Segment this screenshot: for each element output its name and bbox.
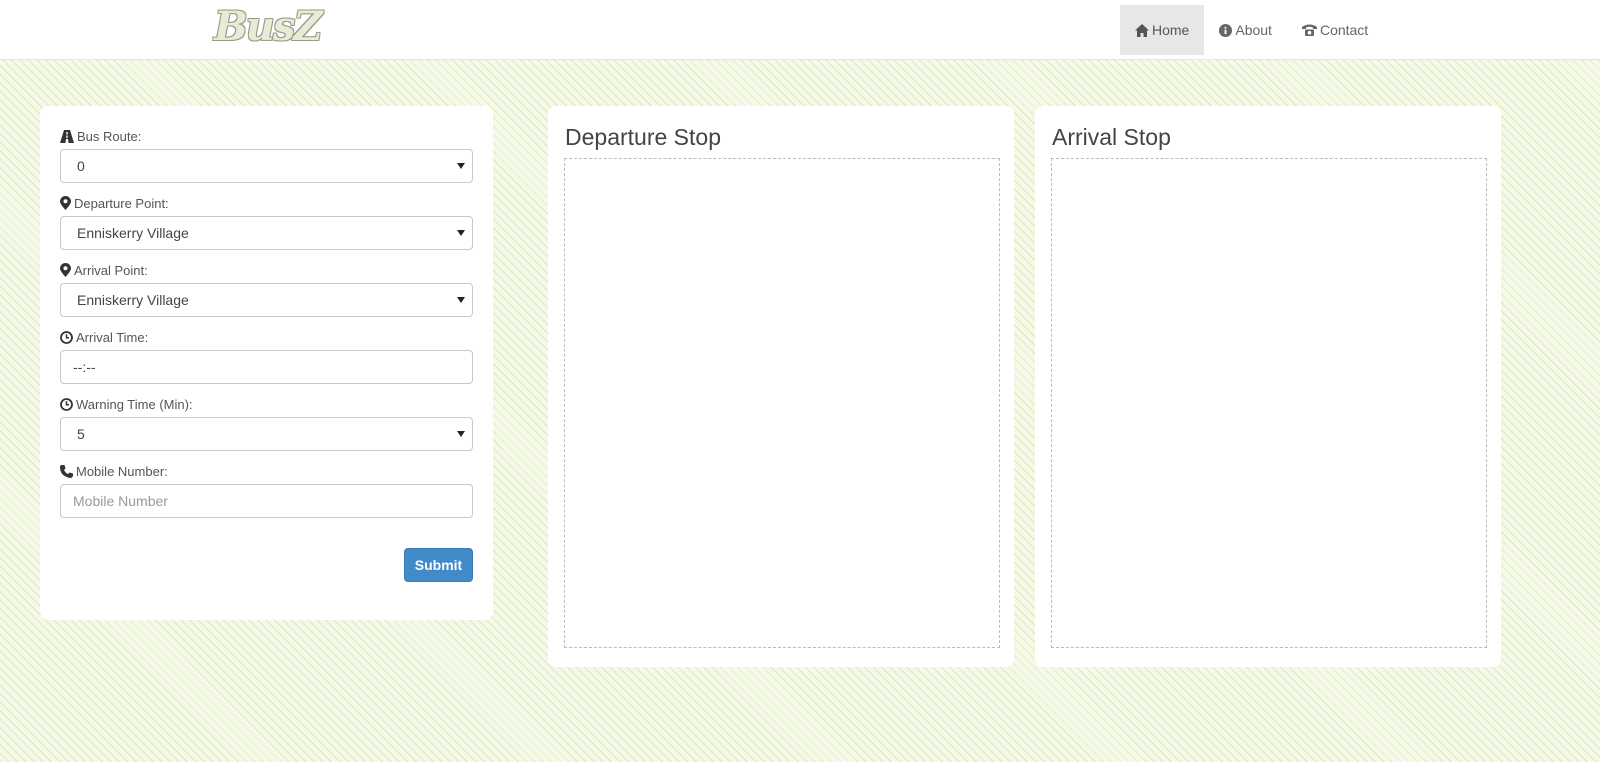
departure-point-label-text: Departure Point: (74, 195, 169, 211)
nav-item-about[interactable]: About (1204, 5, 1287, 55)
arrival-stop-map[interactable] (1051, 158, 1487, 648)
chevron-down-icon (457, 431, 465, 437)
bus-route-label: Bus Route: (60, 126, 473, 146)
nav-item-label: Contact (1319, 22, 1369, 38)
nav-item-label: Home (1152, 22, 1190, 38)
departure-stop-map[interactable] (564, 158, 1000, 648)
chevron-down-icon (457, 163, 465, 169)
arrival-time-value: --:-- (73, 359, 96, 375)
arrival-point-value: Enniskerry Village (77, 292, 189, 308)
home-icon (1135, 23, 1149, 37)
chevron-down-icon (457, 230, 465, 236)
mobile-number-input[interactable]: Mobile Number (60, 484, 473, 518)
departure-point-value: Enniskerry Village (77, 225, 189, 241)
mobile-number-placeholder: Mobile Number (73, 493, 168, 509)
arrival-time-label: Arrival Time: (60, 327, 473, 347)
submit-row: Submit (60, 548, 473, 582)
arrival-point-label: Arrival Point: (60, 260, 473, 280)
arrival-time-label-text: Arrival Time: (76, 329, 149, 345)
map-marker-icon (60, 263, 71, 277)
nav-item-contact[interactable]: Contact (1287, 5, 1383, 55)
main-nav: Home About Contact (1120, 5, 1383, 55)
mobile-number-label: Mobile Number: (60, 461, 473, 481)
info-icon (1219, 23, 1233, 37)
bus-route-value: 0 (77, 158, 85, 174)
departure-point-select[interactable]: Enniskerry Village (60, 216, 473, 250)
arrival-point-select[interactable]: Enniskerry Village (60, 283, 473, 317)
warning-time-select[interactable]: 5 (60, 417, 473, 451)
nav-item-label: About (1235, 22, 1272, 38)
phone-icon (1301, 24, 1317, 36)
clock-icon (60, 330, 73, 344)
submit-button[interactable]: Submit (404, 548, 473, 582)
top-navbar: BusZ Home About Contact (0, 0, 1600, 60)
road-icon (60, 129, 74, 143)
departure-point-label: Departure Point: (60, 193, 473, 213)
phone-icon (60, 464, 73, 478)
arrival-stop-panel: Arrival Stop (1035, 106, 1501, 667)
map-marker-icon (60, 196, 71, 210)
warning-time-value: 5 (77, 426, 85, 442)
departure-stop-title: Departure Stop (565, 124, 721, 150)
clock-icon (60, 397, 73, 411)
arrival-point-label-text: Arrival Point: (74, 262, 148, 278)
departure-stop-panel: Departure Stop (548, 106, 1014, 667)
route-form-panel: Bus Route: 0 Departure Point: Enniskerry… (40, 106, 493, 620)
arrival-time-input[interactable]: --:-- (60, 350, 473, 384)
mobile-number-label-text: Mobile Number: (76, 463, 168, 479)
bus-route-label-text: Bus Route: (77, 128, 142, 144)
brand-logo[interactable]: BusZ (214, 4, 323, 50)
warning-time-label-text: Warning Time (Min): (76, 396, 193, 412)
arrival-stop-title: Arrival Stop (1052, 124, 1171, 150)
bus-route-select[interactable]: 0 (60, 149, 473, 183)
nav-item-home[interactable]: Home (1120, 5, 1205, 55)
chevron-down-icon (457, 297, 465, 303)
warning-time-label: Warning Time (Min): (60, 394, 473, 414)
